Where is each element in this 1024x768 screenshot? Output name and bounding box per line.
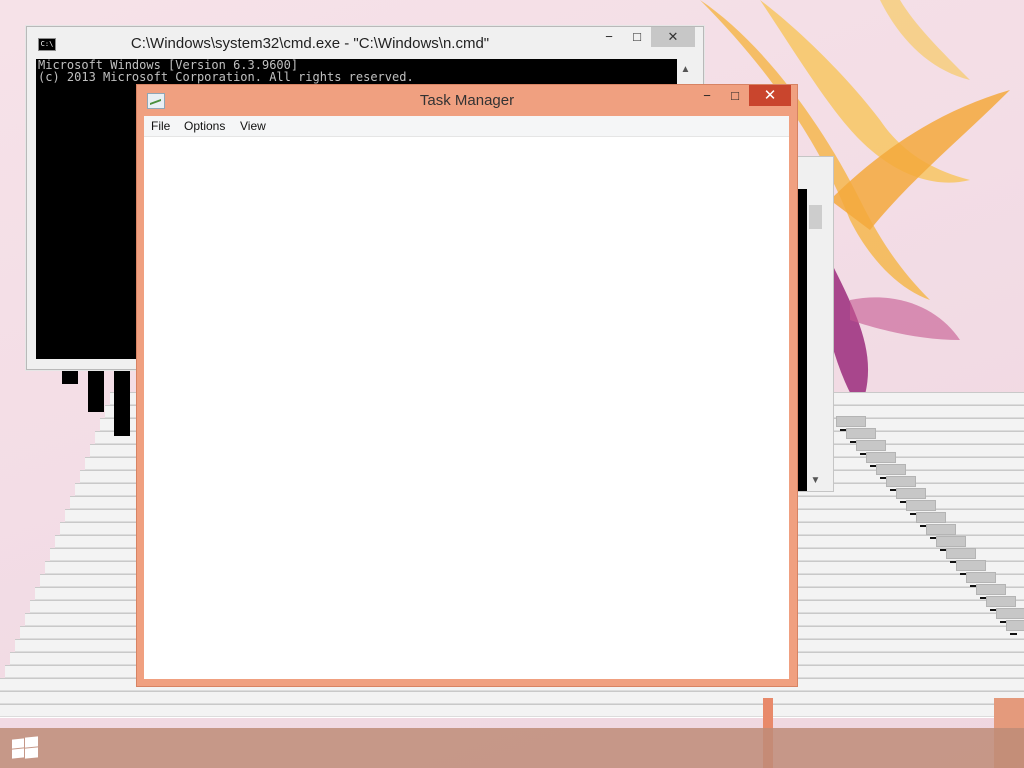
minimize-button[interactable]: −: [595, 27, 623, 47]
trail-ghost-titlebar: [876, 464, 906, 475]
console-area: [797, 189, 807, 491]
scroll-up-arrow-icon[interactable]: ▲: [677, 61, 694, 78]
task-manager-content[interactable]: File Options View: [144, 116, 789, 679]
trail-black-bar: [88, 368, 104, 412]
trail-ghost-titlebar: [986, 596, 1016, 607]
trail-ghost-titlebar: [926, 524, 956, 535]
trail-stripe: [0, 691, 1024, 705]
console-line: (c) 2013 Microsoft Corporation. All righ…: [38, 70, 414, 84]
maximize-button[interactable]: □: [721, 85, 749, 106]
trail-ghost-titlebar: [836, 416, 866, 427]
trail-ghost-titlebar: [1006, 620, 1024, 631]
task-manager-titlebar[interactable]: Task Manager − □ ✕: [137, 85, 797, 115]
scroll-down-arrow-icon: ▼: [810, 475, 821, 486]
trail-ghost-titlebar: [946, 548, 976, 559]
trail-ghost-titlebar: [846, 428, 876, 439]
scrollbar-thumb: [809, 205, 822, 229]
taskbar: [0, 728, 1024, 768]
task-manager-window[interactable]: Task Manager − □ ✕ File Options View: [136, 84, 798, 687]
windows-logo-icon[interactable]: [12, 736, 38, 759]
trail-ghost-titlebar: [936, 536, 966, 547]
console-icon: C:\: [38, 38, 56, 51]
trail-ghost-titlebar: [856, 440, 886, 451]
trail-ghost-titlebar: [906, 500, 936, 511]
trail-black-bar: [114, 368, 130, 436]
maximize-button[interactable]: □: [623, 27, 651, 47]
cmd-window-title: C:\Windows\system32\cmd.exe - "C:\Window…: [130, 35, 490, 52]
trail-ghost-titlebar: [886, 476, 916, 487]
close-button[interactable]: ✕: [749, 85, 791, 106]
menu-file[interactable]: File: [151, 119, 170, 133]
menu-view[interactable]: View: [240, 119, 266, 133]
trail-ghost-titlebar: [976, 584, 1006, 595]
trail-ghost-titlebar: [896, 488, 926, 499]
trail-ghost-titlebar: [916, 512, 946, 523]
trail-ghost-titlebar: [966, 572, 996, 583]
minimize-button[interactable]: −: [693, 85, 721, 106]
cmd-titlebar[interactable]: C:\ C:\Windows\system32\cmd.exe - "C:\Wi…: [27, 27, 703, 59]
close-button[interactable]: ✕: [651, 27, 695, 47]
trail-ghost-titlebar: [866, 452, 896, 463]
menu-bar: File Options View: [144, 116, 789, 137]
trail-ghost-titlebar: [956, 560, 986, 571]
trail-ghost-titlebar: [996, 608, 1024, 619]
trail-black-bar: [62, 368, 78, 384]
trail-minimize-dash: [1010, 633, 1017, 635]
console-scrollbar: [807, 189, 824, 491]
menu-options[interactable]: Options: [184, 119, 225, 133]
background-console-window: ▼: [794, 156, 834, 492]
trail-stripe: [0, 704, 1024, 718]
